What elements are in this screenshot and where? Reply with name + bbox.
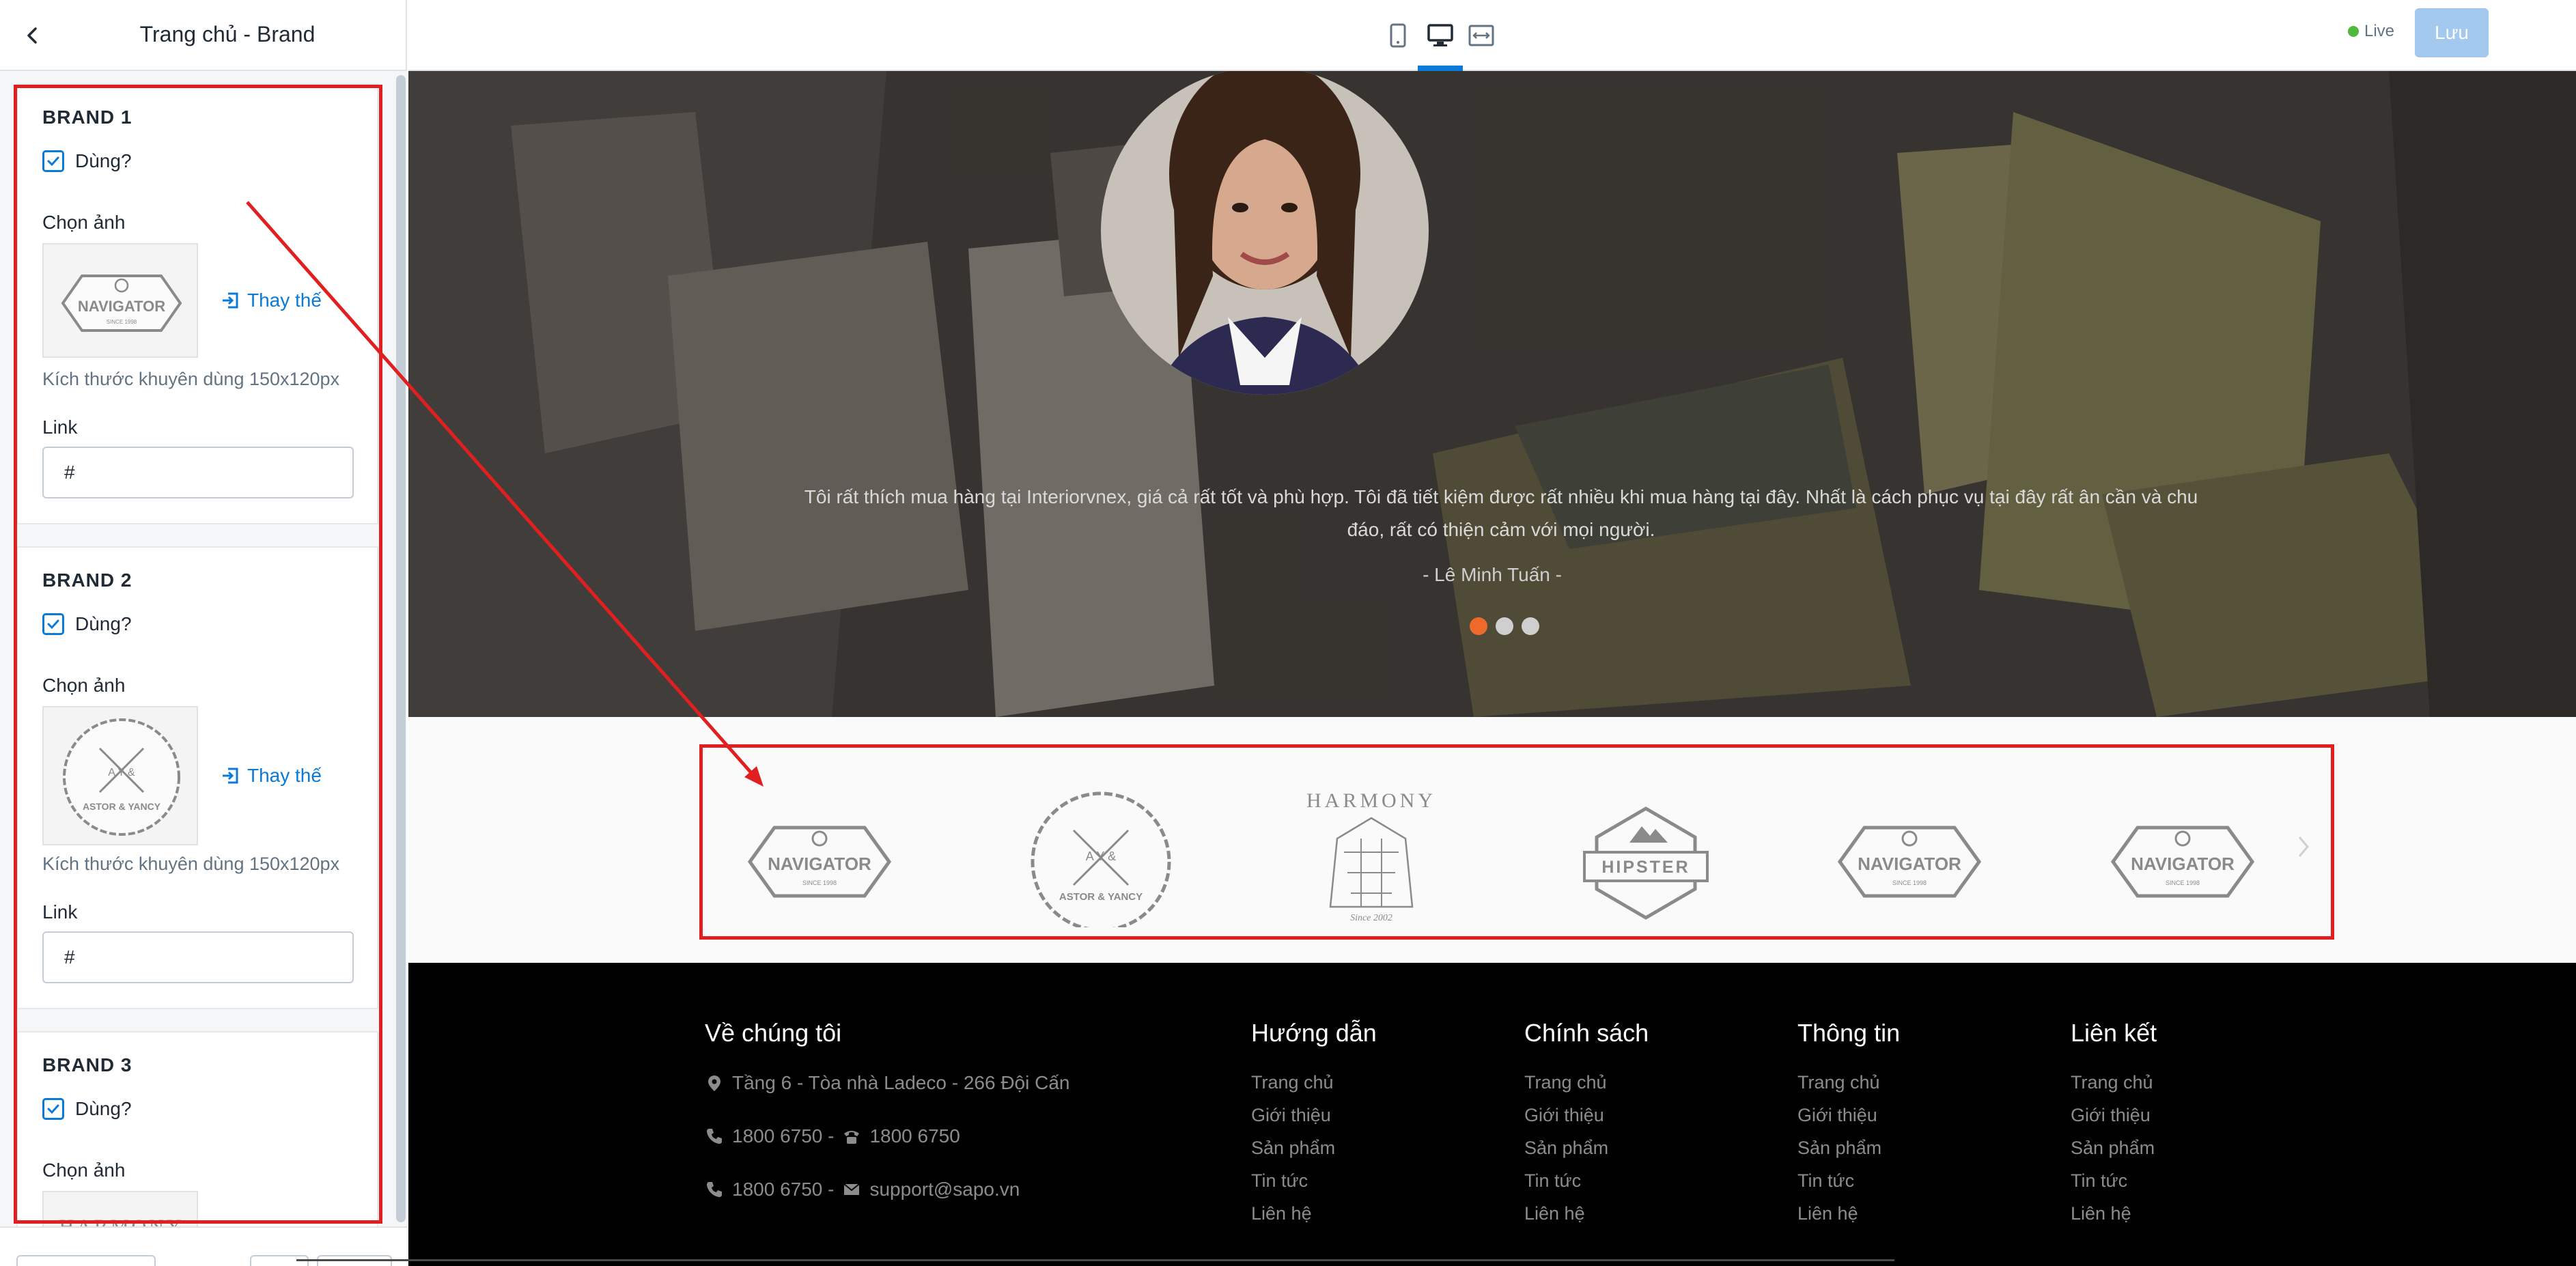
annotation-arrow — [246, 201, 764, 787]
